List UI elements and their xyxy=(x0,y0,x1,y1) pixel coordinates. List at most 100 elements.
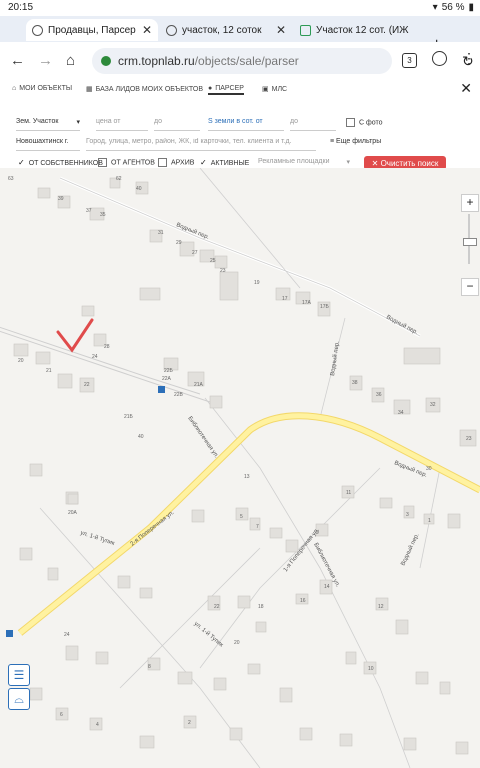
svg-text:29: 29 xyxy=(176,240,182,246)
more-filters-button[interactable]: ≡ Еще фильтры xyxy=(330,138,381,145)
svg-text:32: 32 xyxy=(430,402,436,408)
chevron-down-icon: ▾ xyxy=(76,119,80,126)
app-nav: ⌂ Мои объекты ▦ База лидов моих объектов ●… xyxy=(0,80,480,99)
tab-strip: Продавцы, Парсер ✕ участок, 12 соток ✕ У… xyxy=(0,16,480,53)
land-area-to-input[interactable]: до xyxy=(290,118,336,131)
svg-text:2: 2 xyxy=(188,720,191,726)
svg-text:30: 30 xyxy=(426,466,432,472)
svg-text:36: 36 xyxy=(376,392,382,398)
street-label: Водный пер. xyxy=(385,314,419,337)
from-agents-checkbox[interactable]: От агентов xyxy=(98,158,155,167)
home-icon[interactable]: ⌂ xyxy=(66,52,75,69)
filter-icon: ≡ xyxy=(330,138,335,145)
svg-text:20А: 20А xyxy=(68,510,78,516)
nav-lead-base[interactable]: ▦ База лидов моих объектов xyxy=(86,85,203,94)
svg-text:7: 7 xyxy=(256,524,259,530)
bus-stop-icon[interactable] xyxy=(158,386,165,393)
home-icon: ⌂ xyxy=(12,85,17,92)
url-domain: crm.topnlab.ru xyxy=(118,54,195,68)
forward-icon[interactable]: → xyxy=(38,52,53,69)
close-tab-icon[interactable]: ✕ xyxy=(276,23,286,37)
back-icon[interactable]: ← xyxy=(10,52,25,69)
tab-count-button[interactable]: 3 xyxy=(402,53,417,68)
svg-text:17А: 17А xyxy=(302,300,312,306)
close-tab-icon[interactable]: ✕ xyxy=(142,23,152,37)
zoom-in-button[interactable]: + xyxy=(461,194,479,212)
svg-text:22В: 22В xyxy=(174,392,184,398)
svg-text:34: 34 xyxy=(398,410,404,416)
list-view-icon[interactable]: ☰ xyxy=(8,664,30,686)
globe-icon xyxy=(32,24,43,36)
svg-text:40: 40 xyxy=(138,434,144,440)
svg-text:23: 23 xyxy=(466,436,472,442)
nav-mls[interactable]: ▣ МЛС xyxy=(262,85,287,94)
active-checkbox[interactable]: ✓ Активные xyxy=(200,158,249,167)
tab-title: Продавцы, Парсер xyxy=(48,24,136,36)
svg-text:39: 39 xyxy=(58,196,64,202)
close-icon[interactable]: ✕ xyxy=(460,80,472,97)
svg-text:28: 28 xyxy=(104,344,110,350)
svg-text:4: 4 xyxy=(96,722,99,728)
category-select[interactable]: Зем. Участок ▾ xyxy=(16,118,80,131)
account-icon[interactable] xyxy=(432,51,447,66)
svg-text:22Б: 22Б xyxy=(164,368,174,374)
svg-text:18: 18 xyxy=(258,604,264,610)
price-from-input[interactable]: цена от xyxy=(96,118,148,131)
svg-text:35: 35 xyxy=(100,212,106,218)
svg-text:22А: 22А xyxy=(162,376,172,382)
svg-text:19: 19 xyxy=(254,280,260,286)
svg-text:38: 38 xyxy=(352,380,358,386)
svg-text:24: 24 xyxy=(92,354,98,360)
toolbar: ← → ⌂ crm.topnlab.ru/objects/sale/parser… xyxy=(0,42,480,80)
tab-plot-izh[interactable]: Участок 12 сот. (ИЖ xyxy=(294,19,428,41)
svg-text:9: 9 xyxy=(316,530,319,536)
grid-icon: ▦ xyxy=(86,86,93,93)
street-label: Водный пер. xyxy=(399,532,420,567)
check-icon: ✓ xyxy=(18,158,25,167)
photo-checkbox[interactable]: С фото xyxy=(346,118,383,127)
nav-parser[interactable]: ● Парсер xyxy=(208,85,244,95)
tab-plot-12[interactable]: участок, 12 соток ✕ xyxy=(160,19,292,41)
street-label: ул. 1-й Тупик xyxy=(79,529,115,547)
svg-text:16: 16 xyxy=(300,598,306,604)
archive-checkbox[interactable]: Архив xyxy=(158,158,194,167)
secure-lock-icon[interactable] xyxy=(101,56,111,66)
svg-text:17Б: 17Б xyxy=(320,304,330,310)
zoom-out-button[interactable]: − xyxy=(461,278,479,296)
svg-text:25: 25 xyxy=(210,258,216,264)
search-input[interactable]: Город, улица, метро, район, ЖК, id карто… xyxy=(86,138,316,151)
tab-sellers-parser[interactable]: Продавцы, Парсер ✕ xyxy=(26,19,158,41)
zoom-slider-handle[interactable] xyxy=(463,238,477,246)
nav-my-objects[interactable]: ⌂ Мои объекты xyxy=(12,85,72,92)
svg-text:10: 10 xyxy=(368,666,374,672)
address-bar[interactable]: crm.topnlab.ru/objects/sale/parser ↻ xyxy=(92,48,474,74)
svg-text:24: 24 xyxy=(64,632,70,638)
url-path: /objects/sale/parser xyxy=(194,54,299,68)
check-icon: ✓ xyxy=(200,158,207,167)
map[interactable]: Водный пер. Водный пер. Водный пер. Водн… xyxy=(0,168,480,768)
street-label: Библиотечная ул. xyxy=(186,416,219,460)
price-to-input[interactable]: до xyxy=(154,118,200,131)
map-pin-icon: ● xyxy=(208,85,213,92)
battery-level: 56 % xyxy=(441,2,465,13)
svg-text:31: 31 xyxy=(158,230,164,236)
svg-text:1: 1 xyxy=(428,518,431,524)
svg-text:21Б: 21Б xyxy=(124,414,134,420)
svg-text:20: 20 xyxy=(18,358,24,364)
svg-text:11: 11 xyxy=(346,490,351,496)
status-bar: 20:15 ▾ 56 % ▮ xyxy=(0,0,480,16)
svg-text:14: 14 xyxy=(324,584,330,590)
city-select[interactable]: Новошахтинск г. xyxy=(16,138,80,151)
mls-icon: ▣ xyxy=(262,86,269,93)
menu-icon[interactable]: ⋮ xyxy=(462,50,476,67)
svg-text:63: 63 xyxy=(8,176,14,182)
map-canvas[interactable]: Водный пер. Водный пер. Водный пер. Водн… xyxy=(0,168,480,768)
svg-text:20: 20 xyxy=(234,640,240,646)
draw-area-icon[interactable]: ⌓ xyxy=(8,688,30,710)
bus-stop-icon[interactable] xyxy=(6,630,13,637)
tab-title: участок, 12 соток xyxy=(182,24,262,36)
land-area-from-input[interactable]: S земли в сот. от xyxy=(208,118,284,131)
svg-text:3: 3 xyxy=(406,512,409,518)
street-label: Водный пер. xyxy=(329,340,341,376)
from-owners-checkbox[interactable]: ✓ От собственников xyxy=(18,158,103,167)
